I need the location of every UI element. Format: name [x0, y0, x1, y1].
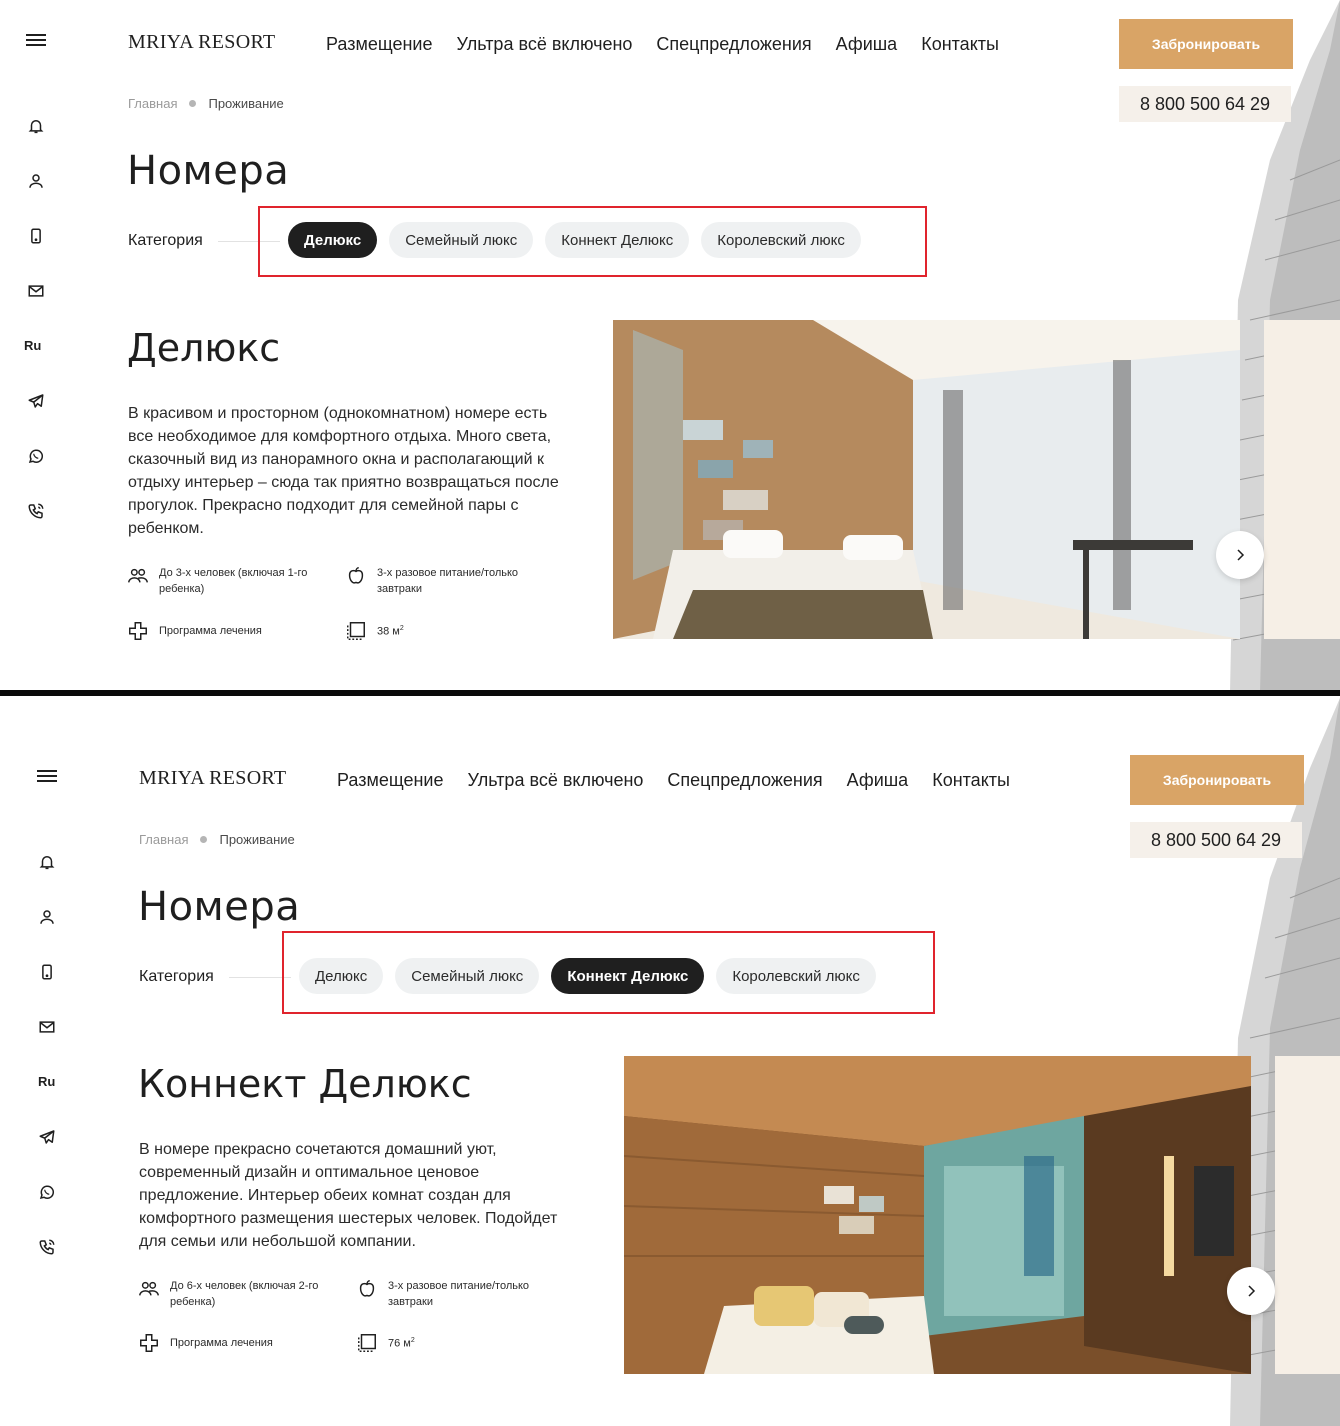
left-rail: Ru — [0, 0, 72, 692]
area-icon — [345, 620, 367, 642]
page-title: Номера — [127, 148, 290, 194]
nav-item-ultra-all-inclusive[interactable]: Ультра всё включено — [467, 770, 643, 791]
highlight-box — [282, 931, 935, 1014]
room-photo — [613, 320, 1240, 639]
category-label: Категория — [128, 232, 203, 249]
next-slide-preview — [1275, 1056, 1340, 1374]
room-title: Делюкс — [127, 326, 281, 370]
phone-number[interactable]: 8 800 500 64 29 — [1119, 86, 1291, 122]
screen-divider — [0, 690, 1340, 696]
user-icon[interactable] — [35, 905, 59, 929]
feature-meals: 3-х разовое питание/только завтраки — [356, 1278, 556, 1310]
logo[interactable]: MRIYA RESORT — [139, 767, 286, 790]
bell-icon[interactable] — [24, 114, 48, 138]
medical-cross-icon — [127, 620, 149, 642]
telegram-icon[interactable] — [24, 389, 48, 413]
next-slide-button[interactable] — [1227, 1267, 1275, 1315]
mobile-icon[interactable] — [35, 960, 59, 984]
breadcrumb-separator — [189, 100, 197, 107]
phone-call-icon[interactable] — [24, 499, 48, 523]
breadcrumb-home[interactable]: Главная — [139, 832, 188, 847]
nav-item-special-offers[interactable]: Спецпредложения — [656, 34, 811, 55]
guests-icon — [127, 565, 149, 587]
whatsapp-icon[interactable] — [35, 1180, 59, 1204]
nav-item-contacts[interactable]: Контакты — [932, 770, 1010, 791]
feature-guests: До 6-х человек (включая 2-го ребенка) — [138, 1278, 338, 1310]
nav-item-ultra-all-inclusive[interactable]: Ультра всё включено — [456, 34, 632, 55]
nav-item-accommodation[interactable]: Размещение — [326, 34, 432, 55]
logo[interactable]: MRIYA RESORT — [128, 31, 275, 54]
bell-icon[interactable] — [35, 850, 59, 874]
next-slide-preview — [1264, 320, 1340, 639]
breadcrumb-current: Проживание — [208, 96, 284, 111]
menu-icon[interactable] — [37, 770, 57, 784]
nav-item-accommodation[interactable]: Размещение — [337, 770, 443, 791]
medical-cross-icon — [138, 1332, 160, 1354]
feature-program: Программа лечения — [138, 1332, 338, 1354]
book-button[interactable]: Забронировать — [1130, 755, 1304, 805]
room-description: В красивом и просторном (однокомнатном) … — [128, 405, 559, 537]
breadcrumb-home[interactable]: Главная — [128, 96, 177, 111]
chevron-right-icon — [1237, 549, 1245, 561]
room-photo — [624, 1056, 1251, 1374]
mail-icon[interactable] — [24, 279, 48, 303]
breadcrumb: Главная Проживание — [139, 832, 295, 847]
breadcrumb-current: Проживание — [219, 832, 295, 847]
main-nav: Размещение Ультра всё включено Спецпредл… — [337, 770, 1010, 791]
next-slide-button[interactable] — [1216, 531, 1264, 579]
feature-area: 38 м2 — [345, 620, 545, 642]
room-description: В номере прекрасно сочетаются домашний у… — [139, 1141, 558, 1250]
highlight-box — [258, 206, 927, 277]
book-button[interactable]: Забронировать — [1119, 19, 1293, 69]
nav-item-events[interactable]: Афиша — [847, 770, 909, 791]
language-switch[interactable]: Ru — [24, 338, 50, 353]
guests-icon — [138, 1278, 160, 1300]
breadcrumb-separator — [200, 836, 208, 843]
feature-area: 76 м2 — [356, 1332, 556, 1354]
main-nav: Размещение Ультра всё включено Спецпредл… — [326, 34, 999, 55]
feature-meals: 3-х разовое питание/только завтраки — [345, 565, 545, 597]
chevron-right-icon — [1248, 1285, 1256, 1297]
feature-guests: До 3-х человек (включая 1-го ребенка) — [127, 565, 327, 597]
category-label: Категория — [139, 968, 214, 985]
screen-deluxe: Ru MRIYA RESORT Размещение Ультра всё вк… — [0, 0, 1340, 692]
telegram-icon[interactable] — [35, 1125, 59, 1149]
room-title: Коннект Делюкс — [138, 1062, 472, 1106]
apple-icon — [345, 565, 367, 587]
nav-item-contacts[interactable]: Контакты — [921, 34, 999, 55]
nav-item-special-offers[interactable]: Спецпредложения — [667, 770, 822, 791]
breadcrumb: Главная Проживание — [128, 96, 284, 111]
phone-call-icon[interactable] — [35, 1235, 59, 1259]
phone-number[interactable]: 8 800 500 64 29 — [1130, 822, 1302, 858]
screen-connect-deluxe: Ru MRIYA RESORT Размещение Ультра всё вк… — [0, 698, 1340, 1426]
user-icon[interactable] — [24, 169, 48, 193]
language-switch[interactable]: Ru — [38, 1074, 64, 1089]
mobile-icon[interactable] — [24, 224, 48, 248]
area-icon — [356, 1332, 378, 1354]
nav-item-events[interactable]: Афиша — [836, 34, 898, 55]
feature-program: Программа лечения — [127, 620, 327, 642]
page-title: Номера — [138, 884, 301, 930]
apple-icon — [356, 1278, 378, 1300]
left-rail: Ru — [0, 698, 72, 1426]
menu-icon[interactable] — [26, 34, 46, 48]
mail-icon[interactable] — [35, 1015, 59, 1039]
whatsapp-icon[interactable] — [24, 444, 48, 468]
